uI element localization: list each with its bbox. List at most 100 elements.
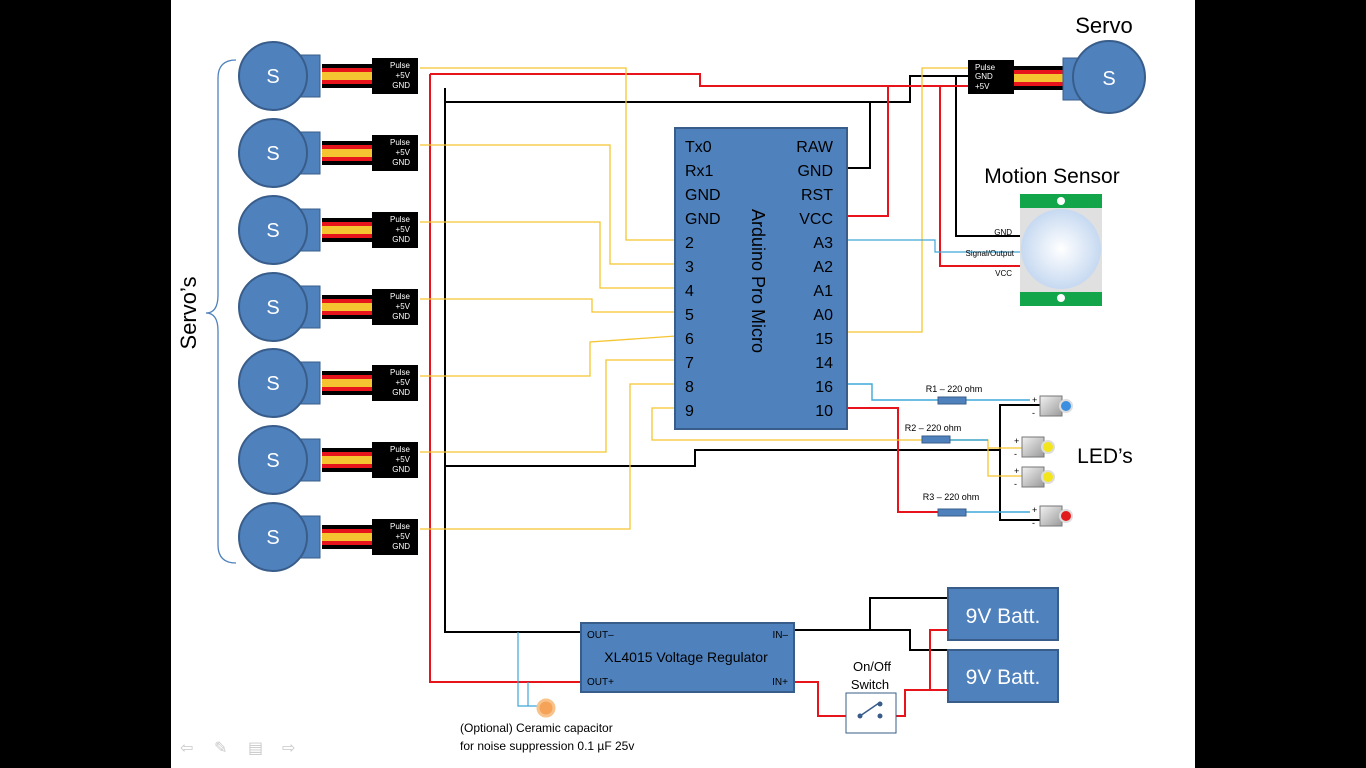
svg-text:+: + (1032, 505, 1037, 515)
arduino-pin-left: 6 (685, 331, 694, 348)
arduino-pin-left: 3 (685, 259, 694, 276)
svg-text:S: S (266, 297, 279, 319)
resistor-r1 (937, 396, 967, 405)
leds-label: LED’s (1077, 445, 1133, 468)
reg-in-plus-wire (795, 681, 846, 717)
svg-text:+5V: +5V (975, 82, 990, 91)
servo-column: SPulse+5VGNDSPulse+5VGNDSPulse+5VGNDSPul… (238, 41, 418, 572)
switch-to-batt-wire (896, 629, 948, 717)
svg-text:+: + (1032, 395, 1037, 405)
arduino-pin-left: GND (685, 187, 721, 204)
svg-text:R1 – 220 ohm: R1 – 220 ohm (926, 384, 983, 394)
arduino-pin-right: 16 (815, 379, 833, 396)
svg-text:IN+: IN+ (772, 677, 788, 688)
led-3: +- (1014, 466, 1055, 489)
arduino-pin-right: VCC (799, 211, 833, 228)
arduino-pro-micro: Tx0 Rx1 GND GND 2 3 4 5 6 7 8 9 RAW GND RST VCC A3 A2 A1 A… (674, 127, 848, 430)
svg-text:S: S (266, 373, 279, 395)
motion-sensor-title: Motion Sensor (984, 165, 1119, 188)
signal-wire-5 (420, 335, 677, 377)
arduino-pin-left: Rx1 (685, 163, 714, 180)
servo-2: S Pulse+5VGND (238, 118, 418, 188)
pen-icon[interactable]: ✎ (214, 738, 227, 757)
servo-6: S Pulse+5VGND (238, 425, 418, 495)
arduino-pin-left: 2 (685, 235, 694, 252)
svg-text:S: S (266, 527, 279, 549)
arduino-pin-right: 14 (815, 355, 833, 372)
gnd-bus-wire (444, 88, 580, 633)
servos-brace (205, 59, 237, 564)
svg-text:+5V: +5V (396, 71, 411, 80)
arduino-pin-right: GND (797, 163, 833, 180)
menu-icon[interactable]: ▤ (248, 738, 263, 757)
svg-text:On/Off: On/Off (853, 659, 891, 674)
ceramic-capacitor: (Optional) Ceramic capacitor for noise s… (460, 698, 634, 753)
arduino-pin-left: 8 (685, 379, 694, 396)
signal-wire-1 (420, 67, 676, 241)
svg-text:Pulse: Pulse (390, 522, 411, 531)
svg-text:+5V: +5V (396, 532, 411, 541)
arduino-pin-right: A1 (813, 283, 833, 300)
svg-text:(Optional) Ceramic capacitor: (Optional) Ceramic capacitor (460, 721, 613, 735)
arduino-pin-left: 4 (685, 283, 694, 300)
svg-text:+5V: +5V (396, 225, 411, 234)
servo-7: S Pulse+5VGND (238, 502, 418, 572)
wiring-diagram: SPulse+5VGNDSPulse+5VGNDSPulse+5VGNDSPul… (176, 13, 1146, 753)
signal-wire-4 (420, 298, 676, 313)
svg-text:IN–: IN– (772, 630, 788, 641)
arduino-pin-left: GND (685, 211, 721, 228)
svg-text:S: S (266, 220, 279, 242)
svg-text:GND: GND (392, 235, 410, 244)
arduino-pin-left: 9 (685, 403, 694, 420)
arduino-pin-left: 5 (685, 307, 694, 324)
servo-top-signal-wire (848, 67, 968, 333)
next-slide-icon[interactable]: ⇨ (282, 738, 295, 757)
arduino-pin-right: 10 (815, 403, 833, 420)
svg-text:R2 – 220 ohm: R2 – 220 ohm (905, 423, 962, 433)
v5-top-wire (430, 73, 968, 87)
battery-2: 9V Batt. (947, 649, 1059, 703)
arduino-pin-right: RAW (796, 139, 834, 156)
svg-text:Pulse: Pulse (390, 368, 411, 377)
servo-3: S Pulse+5VGND (238, 195, 418, 265)
svg-text:GND: GND (392, 388, 410, 397)
servos-label: Servo’s (176, 277, 201, 350)
led-4: +- (1032, 505, 1073, 528)
servo-top-letter: S (1102, 68, 1115, 90)
capacitor-lead-1 (517, 632, 545, 707)
svg-text:+5V: +5V (396, 148, 411, 157)
regulator-name: XL4015 Voltage Regulator (604, 649, 768, 665)
servo-top: Servo S Pulse GND +5V (968, 13, 1146, 114)
arduino-pin-right: A3 (813, 235, 833, 252)
pir-dome (1021, 209, 1101, 289)
servo-wire-bundle (1014, 66, 1064, 70)
led-1: +- (1032, 395, 1073, 418)
signal-wire-6 (420, 359, 676, 453)
resistor-r3 (937, 508, 967, 517)
svg-text:+5V: +5V (396, 378, 411, 387)
svg-text:R3 – 220 ohm: R3 – 220 ohm (923, 492, 980, 502)
svg-text:Pulse: Pulse (390, 61, 411, 70)
v5-to-vcc-wire (848, 86, 889, 217)
svg-text:-: - (1014, 449, 1017, 459)
svg-text:-: - (1032, 408, 1035, 418)
svg-text:+: + (1014, 436, 1019, 446)
svg-text:+5V: +5V (396, 302, 411, 311)
prev-slide-icon[interactable]: ⇦ (180, 738, 193, 757)
arduino-pin-right: 15 (815, 331, 833, 348)
svg-text:Pulse: Pulse (390, 292, 411, 301)
svg-text:Pulse: Pulse (390, 445, 411, 454)
arduino-pin-right: A0 (813, 307, 833, 324)
svg-text:OUT–: OUT– (587, 630, 614, 641)
svg-text:GND: GND (392, 542, 410, 551)
servo-4: S Pulse+5VGND (238, 272, 418, 342)
arduino-pin-right: A2 (813, 259, 833, 276)
servo-5: S Pulse+5VGND (238, 348, 418, 418)
resistor-r2 (921, 435, 951, 444)
signal-wire-3 (420, 221, 676, 289)
arduino-pin-left: Tx0 (685, 139, 712, 156)
arduino-pin-right: RST (801, 187, 833, 204)
svg-text:GND: GND (994, 228, 1012, 237)
on-off-switch: On/Off Switch (845, 659, 897, 734)
svg-text:GND: GND (392, 312, 410, 321)
